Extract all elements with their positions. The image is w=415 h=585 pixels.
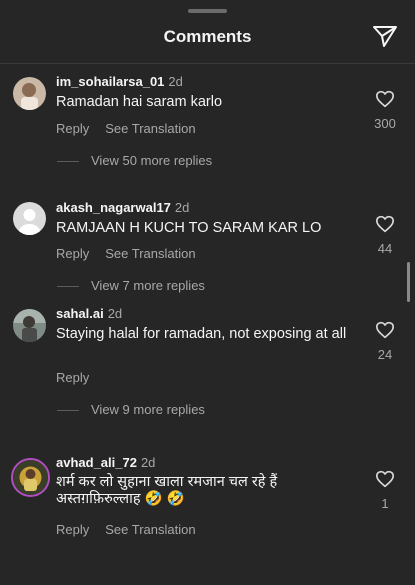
see-translation-button[interactable]: See Translation (105, 246, 195, 261)
comment-actions: Reply (56, 370, 105, 385)
comment-actions: Reply See Translation (56, 121, 212, 136)
scrollbar[interactable] (407, 262, 410, 302)
avatar[interactable] (11, 458, 50, 497)
comment-actions: Reply See Translation (56, 522, 212, 537)
heart-icon[interactable] (375, 321, 395, 339)
comment-username[interactable]: akash_nagarwal17 2d (56, 200, 189, 215)
like-count: 300 (374, 116, 396, 131)
view-replies-button[interactable]: View 7 more replies (57, 278, 205, 293)
heart-icon[interactable] (375, 90, 395, 108)
comment-actions: Reply See Translation (56, 246, 212, 261)
comment-time: 2d (174, 200, 190, 215)
replies-line (57, 161, 79, 163)
header-divider (0, 63, 415, 64)
heart-icon[interactable] (375, 470, 395, 488)
avatar[interactable] (13, 202, 46, 235)
replies-line (57, 410, 79, 412)
comment-time: 2d (168, 74, 183, 89)
heart-icon[interactable] (375, 215, 395, 233)
page-title: Comments (163, 27, 252, 46)
comment-text: RAMJAAN H KUCH TO SARAM KAR LO (56, 220, 322, 236)
comment-text: Ramadan hai saram karlo (56, 94, 223, 110)
reply-button[interactable]: Reply (56, 246, 89, 261)
comment-item: sahal.ai 2d Staying halal for ramadan, no… (0, 306, 415, 436)
comments-sheet: Comments im_sohailarsa_01 2d Ramadan hai … (0, 0, 415, 553)
see-translation-button[interactable]: See Translation (105, 522, 195, 537)
comment-username[interactable]: im_sohailarsa_01 2d (56, 74, 183, 89)
avatar[interactable] (13, 309, 46, 342)
reply-button[interactable]: Reply (56, 522, 89, 537)
comment-text: शर्म कर लो सुहाना खाला रमजान चल रहे हैं … (56, 474, 278, 507)
comment-username[interactable]: sahal.ai 2d (56, 306, 122, 321)
comment-username[interactable]: avhad_ali_72 2d (56, 455, 155, 470)
view-replies-button[interactable]: View 50 more replies (57, 153, 212, 168)
comment-time: 2d (107, 306, 123, 321)
sheet-grabber[interactable] (188, 9, 227, 13)
replies-line (57, 286, 79, 288)
comment-text: Staying halal for ramadan, not exposing … (56, 326, 347, 342)
see-translation-button[interactable]: See Translation (105, 121, 195, 136)
like-count: 1 (381, 496, 389, 511)
send-icon[interactable] (371, 24, 399, 48)
comment-item: avhad_ali_72 2d शर्म कर लो सुहाना खाला रम… (0, 455, 415, 585)
reply-button[interactable]: Reply (56, 121, 89, 136)
reply-button[interactable]: Reply (56, 370, 89, 385)
like-count: 44 (377, 241, 393, 256)
like-count: 24 (377, 347, 393, 362)
comment-time: 2d (140, 455, 156, 470)
comment-item: im_sohailarsa_01 2d Ramadan hai saram kar… (0, 74, 415, 204)
view-replies-button[interactable]: View 9 more replies (57, 402, 205, 417)
avatar[interactable] (13, 77, 46, 110)
